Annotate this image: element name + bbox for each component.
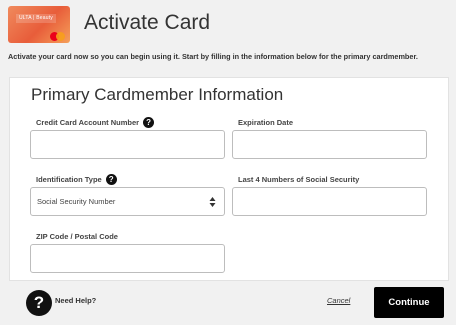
zip-input[interactable] xyxy=(30,244,225,273)
help-question-icon[interactable]: ? xyxy=(143,116,155,128)
account-number-label-text: Credit Card Account Number xyxy=(36,117,140,127)
ssn-last4-label-text: Last 4 Numbers of Social Security xyxy=(238,174,360,184)
ssn-last4-input[interactable] xyxy=(232,187,427,216)
cardmember-form-panel: Primary Cardmember Information Credit Ca… xyxy=(9,77,449,281)
ulta-logo: ULTA | Beauty xyxy=(16,14,57,23)
expiration-date-label-text: Expiration Date xyxy=(238,117,294,127)
need-help-link[interactable]: Need Help? xyxy=(55,296,96,305)
form-footer: ? Need Help? Cancel Continue xyxy=(9,281,449,323)
credit-card-image: ULTA | Beauty xyxy=(8,6,70,43)
account-number-input[interactable] xyxy=(30,130,225,159)
zip-label: ZIP Code / Postal Code xyxy=(36,230,118,242)
cancel-link[interactable]: Cancel xyxy=(327,296,350,305)
continue-button[interactable]: Continue xyxy=(374,287,444,318)
intro-text: Activate your card now so you can begin … xyxy=(8,52,418,61)
zip-label-text: ZIP Code / Postal Code xyxy=(36,231,118,241)
identification-type-label-text: Identification Type xyxy=(36,174,102,184)
help-question-icon[interactable]: ? xyxy=(105,173,117,185)
expiration-date-label: Expiration Date xyxy=(238,116,293,128)
identification-type-label: Identification Type ? xyxy=(36,173,117,185)
select-arrows-icon xyxy=(209,197,216,207)
identification-type-selected: Social Security Number xyxy=(37,197,116,206)
help-question-icon[interactable]: ? xyxy=(26,290,52,316)
identification-type-select[interactable]: Social Security Number xyxy=(30,187,225,216)
page-title: Activate Card xyxy=(84,11,211,34)
expiration-date-input[interactable] xyxy=(232,130,427,159)
section-title: Primary Cardmember Information xyxy=(31,85,284,104)
page-header: ULTA | Beauty Activate Card xyxy=(0,0,456,48)
account-number-label: Credit Card Account Number ? xyxy=(36,116,155,128)
mastercard-logo-icon xyxy=(50,32,66,41)
ssn-last4-label: Last 4 Numbers of Social Security xyxy=(238,173,359,185)
